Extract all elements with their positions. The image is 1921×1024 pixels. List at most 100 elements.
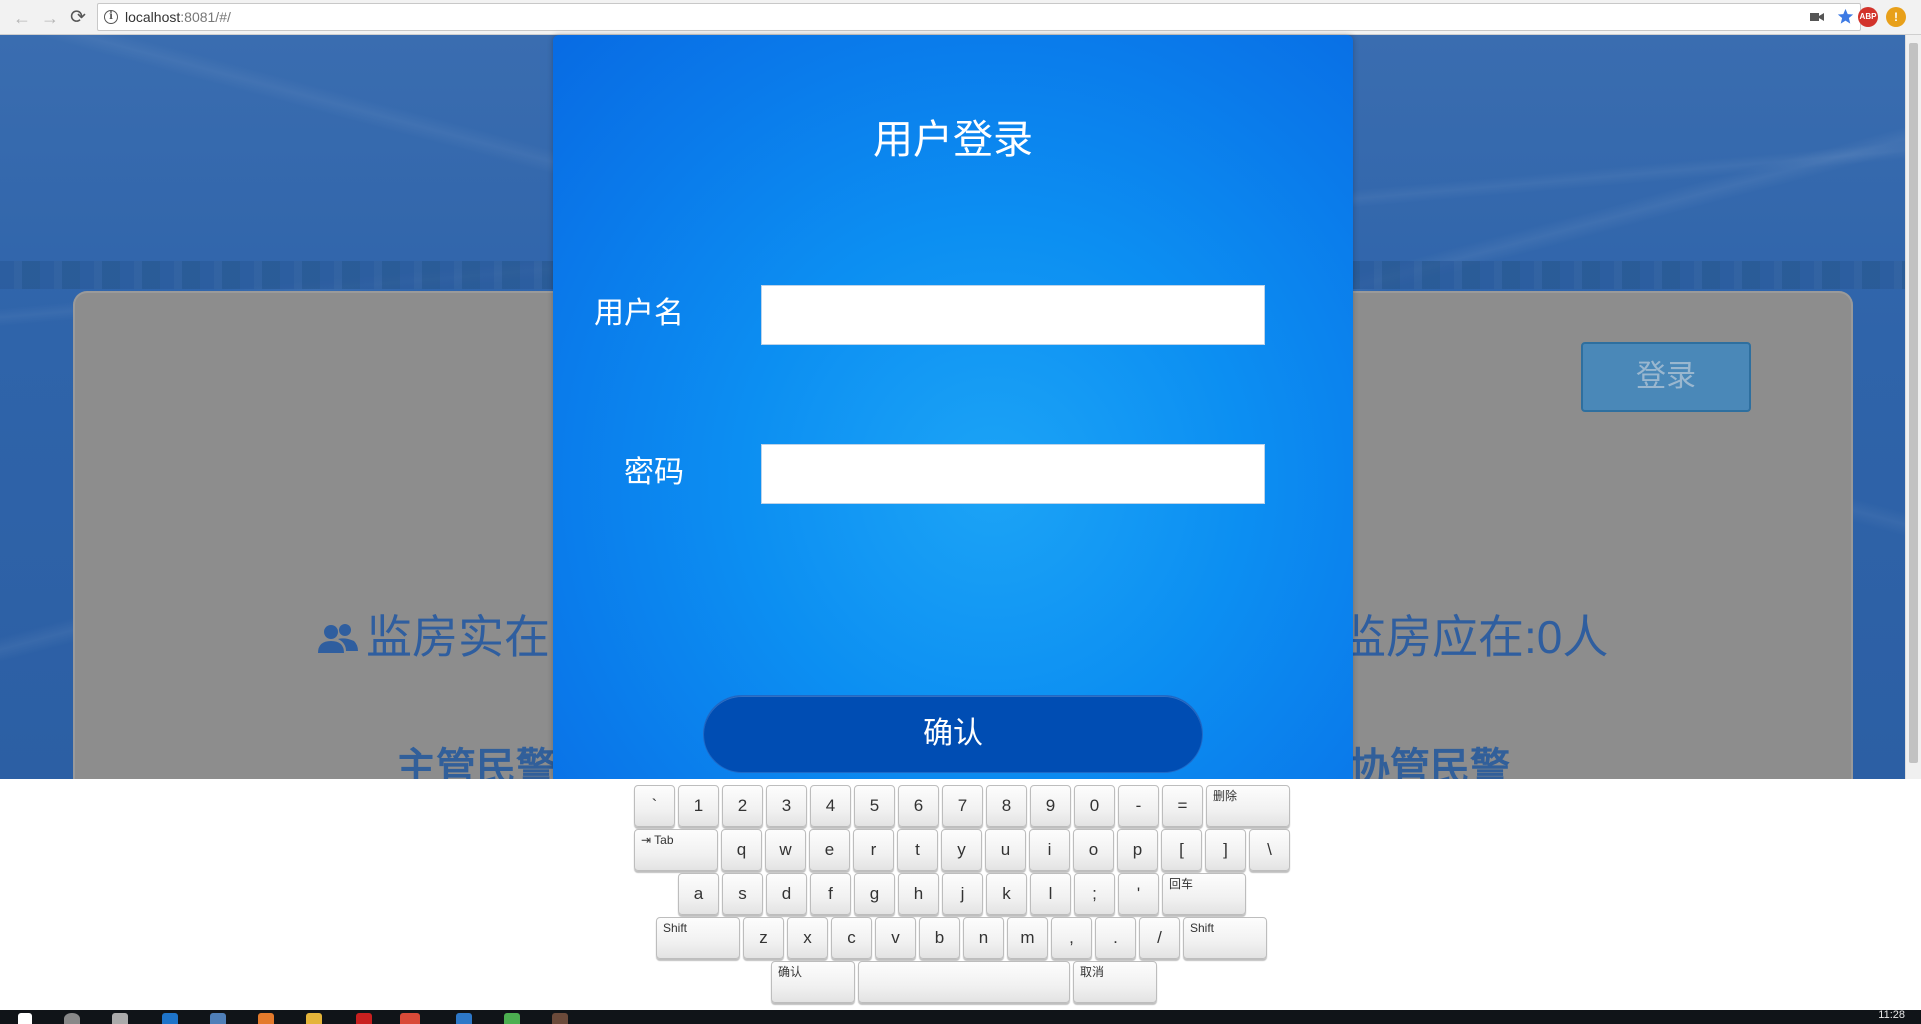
key-r[interactable]: r — [853, 829, 894, 871]
brown-app-icon[interactable] — [552, 1013, 568, 1024]
key-s[interactable]: s — [722, 873, 763, 915]
key-m[interactable]: m — [1007, 917, 1048, 959]
key-slash[interactable]: / — [1139, 917, 1180, 959]
key-x[interactable]: x — [787, 917, 828, 959]
forward-button[interactable]: → — [38, 6, 62, 30]
key-2[interactable]: 2 — [722, 785, 763, 827]
key-l[interactable]: l — [1030, 873, 1071, 915]
task-view-icon[interactable] — [112, 1013, 128, 1024]
taskbar-clock: 11:28 — [1878, 1009, 1905, 1021]
key-8[interactable]: 8 — [986, 785, 1027, 827]
key-backslash[interactable]: \ — [1249, 829, 1290, 871]
search-icon[interactable] — [64, 1013, 80, 1024]
key-confirm[interactable]: 确认 — [771, 961, 855, 1003]
browser-toolbar: ← → ⟳ i localhost:8081/#/ ABP ! — [0, 0, 1921, 35]
key-i[interactable]: i — [1029, 829, 1070, 871]
key-lbracket[interactable]: [ — [1161, 829, 1202, 871]
key-7[interactable]: 7 — [942, 785, 983, 827]
info-icon[interactable]: i — [104, 10, 118, 24]
key-cancel[interactable]: 取消 — [1073, 961, 1157, 1003]
url-host: localhost — [125, 9, 181, 25]
key-minus[interactable]: - — [1118, 785, 1159, 827]
key-tab[interactable]: ⇥ Tab — [634, 829, 718, 871]
key-f[interactable]: f — [810, 873, 851, 915]
expected-count-stat: 监房应在:0人 — [1340, 611, 1609, 663]
key-y[interactable]: y — [941, 829, 982, 871]
key-period[interactable]: . — [1095, 917, 1136, 959]
key-space[interactable] — [858, 961, 1070, 1003]
key-6[interactable]: 6 — [898, 785, 939, 827]
key-shift[interactable]: Shift — [1183, 917, 1267, 959]
key-b[interactable]: b — [919, 917, 960, 959]
actual-count-stat: 监房实在 — [318, 601, 550, 668]
key-z[interactable]: z — [743, 917, 784, 959]
key-rbracket[interactable]: ] — [1205, 829, 1246, 871]
confirm-button[interactable]: 确认 — [703, 695, 1203, 773]
key-semicolon[interactable]: ; — [1074, 873, 1115, 915]
assist-police-heading: 协管民警 — [1350, 746, 1510, 779]
login-dialog: 用户登录 用户名 密码 确认 — [553, 35, 1353, 779]
key-4[interactable]: 4 — [810, 785, 851, 827]
username-input[interactable] — [761, 285, 1265, 345]
key-p[interactable]: p — [1117, 829, 1158, 871]
key-backtick[interactable]: ` — [634, 785, 675, 827]
key-5[interactable]: 5 — [854, 785, 895, 827]
folder-icon[interactable] — [306, 1013, 322, 1024]
key-g[interactable]: g — [854, 873, 895, 915]
key-h[interactable]: h — [898, 873, 939, 915]
main-police-heading: 主管民警 — [396, 746, 556, 779]
key-equals[interactable]: = — [1162, 785, 1203, 827]
red-app-icon[interactable] — [356, 1013, 372, 1024]
key-delete[interactable]: 删除 — [1206, 785, 1290, 827]
green-app-icon[interactable] — [504, 1013, 520, 1024]
key-comma[interactable]: , — [1051, 917, 1092, 959]
key-a[interactable]: a — [678, 873, 719, 915]
reload-button[interactable]: ⟳ — [66, 6, 90, 30]
key-9[interactable]: 9 — [1030, 785, 1071, 827]
key-t[interactable]: t — [897, 829, 938, 871]
key-quote[interactable]: ' — [1118, 873, 1159, 915]
url-path: :8081/#/ — [180, 9, 231, 25]
password-input[interactable] — [761, 444, 1265, 504]
username-label: 用户名 — [594, 297, 684, 330]
url-text[interactable]: localhost:8081/#/ — [125, 9, 231, 25]
key-k[interactable]: k — [986, 873, 1027, 915]
key-n[interactable]: n — [963, 917, 1004, 959]
actual-count-label: 监房实在 — [366, 611, 550, 663]
key-d[interactable]: d — [766, 873, 807, 915]
key-3[interactable]: 3 — [766, 785, 807, 827]
media-icon[interactable] — [258, 1013, 274, 1024]
adblock-icon[interactable]: ABP — [1858, 7, 1878, 27]
users-icon — [318, 614, 358, 668]
key-c[interactable]: c — [831, 917, 872, 959]
key-enter[interactable]: 回车 — [1162, 873, 1246, 915]
scrollbar-thumb[interactable] — [1909, 43, 1918, 763]
key-v[interactable]: v — [875, 917, 916, 959]
start-icon[interactable] — [18, 1013, 32, 1024]
app-icon[interactable] — [210, 1013, 226, 1024]
key-shift[interactable]: Shift — [656, 917, 740, 959]
vscode-icon[interactable] — [456, 1013, 472, 1024]
virtual-keyboard: ` 1 2 3 4 5 6 7 8 9 0- = 删除 ⇥ Tab q w e r t y u i o p[] \ a s d f g h j… — [0, 779, 1921, 1010]
taskbar: 11:28 — [0, 1009, 1921, 1024]
key-e[interactable]: e — [809, 829, 850, 871]
address-bar[interactable]: i localhost:8081/#/ — [97, 3, 1861, 31]
login-button[interactable]: 登录 — [1581, 342, 1751, 412]
alert-extension-icon[interactable]: ! — [1886, 7, 1906, 27]
camera-icon[interactable] — [1810, 10, 1824, 28]
back-button[interactable]: ← — [10, 6, 34, 30]
key-w[interactable]: w — [765, 829, 806, 871]
key-o[interactable]: o — [1073, 829, 1114, 871]
password-label: 密码 — [624, 456, 684, 489]
chrome-icon[interactable] — [400, 1013, 420, 1024]
page-scrollbar[interactable] — [1905, 35, 1921, 779]
dialog-title: 用户登录 — [873, 118, 1033, 162]
key-q[interactable]: q — [721, 829, 762, 871]
key-j[interactable]: j — [942, 873, 983, 915]
star-icon[interactable] — [1837, 8, 1854, 30]
keyboard-area: ` 1 2 3 4 5 6 7 8 9 0- = 删除 ⇥ Tab q w e r t y u i o p[] \ a s d f g h j… — [0, 779, 1921, 1010]
key-u[interactable]: u — [985, 829, 1026, 871]
key-1[interactable]: 1 — [678, 785, 719, 827]
key-0[interactable]: 0 — [1074, 785, 1115, 827]
edge-icon[interactable] — [162, 1013, 178, 1024]
